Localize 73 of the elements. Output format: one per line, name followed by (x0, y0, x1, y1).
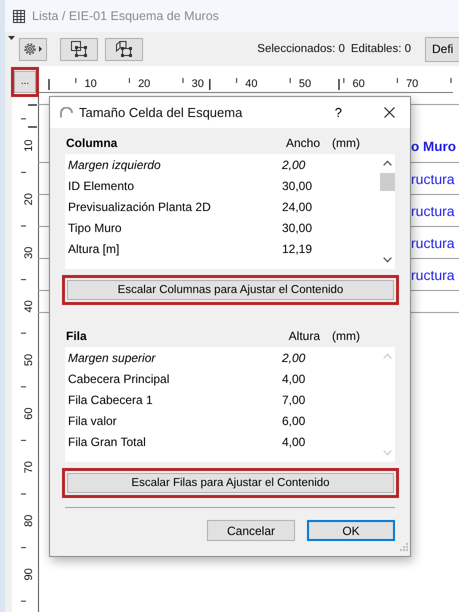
table-cell: ructura (411, 266, 455, 282)
dialog-title: Tamaño Celda del Esquema (79, 105, 242, 120)
row-label[interactable]: Fila valor (65, 414, 282, 428)
window-title: Lista / EIE-01 Esquema de Muros (32, 9, 219, 23)
row-label[interactable]: Fila Cabecera 1 (65, 392, 282, 406)
table-cell: ructura (411, 234, 455, 250)
size-value[interactable]: 6,00 (282, 414, 306, 428)
cancel-button[interactable]: Cancelar (207, 520, 295, 541)
row-label[interactable]: Fila Gran Total (65, 434, 282, 448)
table-cell: ructura (411, 202, 455, 218)
ruler-number: 30 (22, 246, 35, 259)
select-frame-button[interactable] (60, 38, 98, 60)
more-button[interactable]: ... (14, 71, 36, 93)
table-cell: o Muro (411, 139, 456, 154)
size-value[interactable]: 4,00 (282, 434, 306, 448)
ruler-number: 80 (22, 514, 35, 527)
size-value[interactable]: 12,19 (282, 242, 312, 256)
select-3d-button[interactable] (105, 38, 143, 60)
ruler-number: 50 (22, 354, 35, 366)
size-value[interactable]: 2,00 (282, 158, 306, 172)
scale-button[interactable]: Escalar Filas para Ajustar el Contenido (67, 473, 394, 493)
row-label[interactable]: Altura [m] (65, 242, 282, 256)
column-heading: Ancho (286, 136, 320, 150)
ruler-number: 60 (22, 407, 35, 420)
section-heading: Fila (66, 329, 87, 343)
row-label[interactable]: Tipo Muro (65, 220, 282, 234)
size-value[interactable]: 4,00 (282, 372, 306, 386)
row-label[interactable]: Cabecera Principal (65, 372, 282, 386)
size-value[interactable]: 30,00 (282, 220, 312, 234)
scroll-down-icon[interactable] (383, 257, 392, 263)
gear-icon (22, 41, 44, 57)
size-value[interactable]: 7,00 (282, 392, 306, 406)
ruler-number: 10 (84, 78, 97, 90)
row-label[interactable]: ID Elemento (65, 178, 282, 192)
ruler-number: 20 (22, 193, 35, 206)
row-label[interactable]: Previsualización Planta 2D (65, 200, 282, 214)
ruler-number: 40 (22, 300, 35, 313)
nodes-square-icon (70, 40, 88, 58)
define-button[interactable]: Defi (425, 36, 459, 62)
ruler-number: 10 (22, 139, 35, 152)
ruler-number: 70 (22, 461, 35, 474)
unit-label: (mm) (332, 329, 360, 343)
ruler-number: 50 (298, 78, 312, 90)
ruler-number: 30 (192, 78, 204, 90)
close-icon (384, 107, 395, 118)
size-value[interactable]: 30,00 (282, 178, 312, 192)
cubes-icon (115, 40, 133, 58)
dropdown-triangle-icon[interactable] (8, 36, 15, 41)
size-value[interactable]: 2,00 (282, 350, 306, 364)
scroll-thumb[interactable] (380, 173, 395, 191)
selected-count: Seleccionados: 0 (257, 43, 345, 55)
ruler-number: 20 (138, 78, 150, 90)
table-cell: ructura (411, 170, 455, 186)
settings-button[interactable] (19, 38, 47, 60)
resize-grip-icon[interactable] (400, 543, 408, 551)
scroll-up-icon[interactable] (383, 160, 392, 166)
arc-icon (60, 107, 73, 118)
ruler-number: 90 (22, 568, 35, 581)
unit-label: (mm) (332, 136, 360, 150)
close-button[interactable] (384, 107, 395, 118)
help-button[interactable]: ? (334, 105, 342, 120)
section-heading: Columna (66, 136, 118, 150)
scale-button[interactable]: Escalar Columnas para Ajustar el Contenido (67, 280, 394, 300)
size-value[interactable]: 24,00 (282, 200, 312, 214)
grid-icon (13, 10, 25, 22)
row-label[interactable]: Margen izquierdo (65, 158, 282, 172)
ruler-number: 40 (245, 78, 258, 90)
ok-button[interactable]: OK (307, 520, 395, 541)
column-heading: Altura (288, 329, 320, 343)
row-label[interactable]: Margen superior (65, 350, 282, 364)
ruler-number: 60 (352, 78, 365, 90)
editable-count: Editables: 0 (350, 43, 411, 55)
ruler-number: 70 (406, 78, 418, 90)
